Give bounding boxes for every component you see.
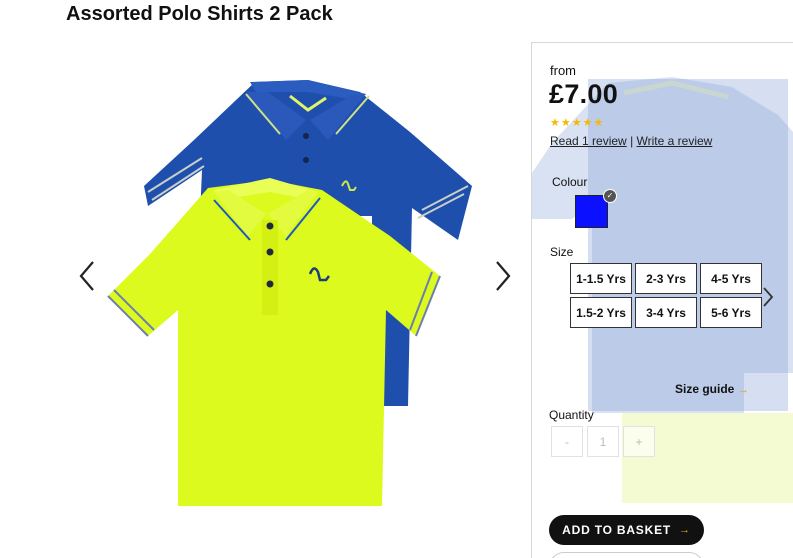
quantity-decrease-button[interactable]: - bbox=[551, 426, 583, 457]
image-overlay bbox=[588, 79, 788, 411]
secondary-button[interactable] bbox=[549, 552, 704, 558]
add-to-basket-button[interactable]: ADD TO BASKET → bbox=[549, 515, 704, 545]
price: £7.00 bbox=[549, 79, 619, 109]
rating-stars: ★ ★ ★ ★ ★ bbox=[550, 118, 603, 129]
chevron-right-icon bbox=[763, 287, 774, 307]
star-icon: ★ bbox=[550, 117, 560, 129]
size-guide-link[interactable]: Size guide → bbox=[675, 382, 749, 396]
chevron-right-icon bbox=[496, 261, 511, 291]
add-to-basket-label: ADD TO BASKET bbox=[562, 523, 672, 537]
product-image bbox=[107, 80, 472, 506]
chevron-left-icon bbox=[79, 261, 94, 291]
size-option[interactable]: 2-3 Yrs bbox=[635, 263, 697, 294]
write-review-link[interactable]: Write a review bbox=[637, 134, 713, 148]
size-option[interactable]: 1-1.5 Yrs bbox=[570, 263, 632, 294]
star-icon: ★ bbox=[593, 117, 604, 129]
read-review-link[interactable]: Read 1 review bbox=[550, 134, 627, 148]
product-gallery bbox=[60, 40, 530, 557]
quantity-stepper: - 1 + bbox=[551, 426, 655, 457]
size-options: 1-1.5 Yrs 2-3 Yrs 4-5 Yrs 1.5-2 Yrs 3-4 … bbox=[570, 263, 762, 328]
size-next-button[interactable] bbox=[758, 283, 778, 311]
review-links: Read 1 review | Write a review bbox=[550, 134, 712, 148]
size-option[interactable]: 3-4 Yrs bbox=[635, 297, 697, 328]
next-image-button[interactable] bbox=[488, 258, 518, 294]
quantity-label: Quantity bbox=[549, 408, 594, 422]
quantity-increase-button[interactable]: + bbox=[623, 426, 655, 457]
size-label: Size bbox=[550, 245, 574, 259]
purchase-panel: from £7.00 ★ ★ ★ ★ ★ Read 1 review | Wri… bbox=[531, 42, 793, 558]
star-icon: ★ bbox=[582, 117, 593, 129]
star-icon: ★ bbox=[560, 117, 571, 129]
review-separator: | bbox=[630, 134, 634, 148]
checkmark-icon: ✓ bbox=[603, 189, 617, 203]
price-from-label: from bbox=[550, 63, 576, 78]
arrow-right-icon: → bbox=[679, 524, 691, 536]
colour-swatch-blue[interactable] bbox=[575, 195, 608, 228]
size-guide-label: Size guide bbox=[675, 382, 735, 396]
arrow-right-icon: → bbox=[737, 384, 749, 396]
size-option[interactable]: 1.5-2 Yrs bbox=[570, 297, 632, 328]
quantity-input[interactable]: 1 bbox=[587, 426, 619, 457]
colour-label: Colour bbox=[552, 175, 588, 189]
product-title: Assorted Polo Shirts 2 Pack bbox=[66, 3, 333, 25]
prev-image-button[interactable] bbox=[72, 258, 102, 294]
star-icon: ★ bbox=[571, 117, 582, 129]
size-option[interactable]: 5-6 Yrs bbox=[700, 297, 762, 328]
size-option[interactable]: 4-5 Yrs bbox=[700, 263, 762, 294]
